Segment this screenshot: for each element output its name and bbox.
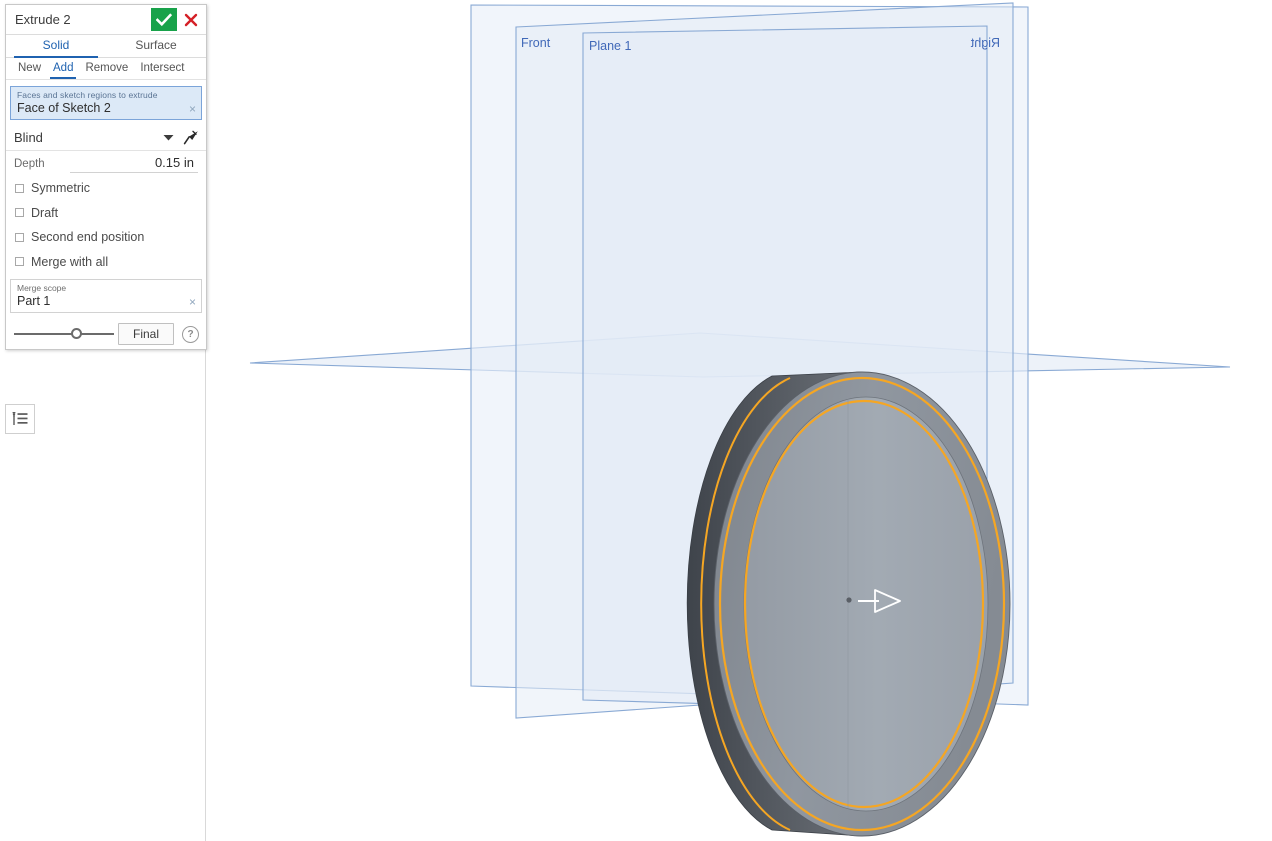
checkbox-second-end-position[interactable]: Second end position (6, 225, 206, 250)
model-extruded-ring[interactable] (686, 371, 1011, 837)
plane-label-plane1: Plane 1 (589, 39, 631, 53)
tab-new[interactable]: New (12, 58, 47, 79)
merge-scope-clear-icon[interactable]: × (189, 296, 196, 308)
final-button[interactable]: Final (117, 323, 174, 345)
panel-title: Extrude 2 (15, 12, 71, 27)
tab-intersect[interactable]: Intersect (134, 58, 190, 79)
faces-selection-caption: Faces and sketch regions to extrude (17, 90, 158, 100)
merge-scope-field[interactable]: Merge scope Part 1 × (10, 279, 202, 313)
cancel-button[interactable] (179, 8, 203, 31)
plane-label-front: Front (521, 36, 551, 50)
depth-label: Depth (14, 158, 45, 170)
rollback-slider[interactable] (14, 327, 114, 341)
checkbox-second-end-position-label: Second end position (31, 230, 145, 245)
checkbox-merge-with-all-label: Merge with all (31, 254, 109, 269)
left-sidebar-strip (5, 348, 206, 841)
accept-button[interactable] (151, 8, 177, 31)
chevron-down-icon (163, 134, 174, 140)
checkbox-draft-label: Draft (31, 205, 59, 220)
extrude-feature-panel: Extrude 2 Solid Surface New Add Remove I… (5, 4, 207, 350)
app-root: Front Plane 1 Right Extrude 2 Solid Surf… (0, 0, 1272, 841)
merge-scope-value: Part 1 (17, 294, 51, 308)
checkbox-draft-box[interactable] (15, 208, 24, 218)
rollback-slider-track (14, 333, 114, 335)
flip-direction-icon (183, 130, 198, 144)
checkbox-second-end-position-box[interactable] (15, 232, 24, 242)
rollback-slider-thumb[interactable] (70, 328, 82, 339)
checkbox-symmetric-label: Symmetric (31, 181, 91, 196)
merge-scope-caption: Merge scope (17, 283, 67, 293)
check-icon (156, 12, 172, 26)
help-icon[interactable]: ? (182, 325, 199, 343)
plane-label-right: Right (970, 36, 1000, 50)
boolean-operation-tabs: New Add Remove Intersect (6, 58, 206, 80)
faces-selection-field[interactable]: Faces and sketch regions to extrude Face… (10, 86, 202, 120)
tab-add[interactable]: Add (47, 58, 79, 79)
checkbox-merge-with-all-box[interactable] (15, 257, 24, 267)
checkbox-symmetric[interactable]: Symmetric (6, 176, 206, 201)
end-type-dropdown-button[interactable] (163, 134, 174, 141)
tab-solid[interactable]: Solid (6, 35, 106, 58)
checkbox-merge-with-all[interactable]: Merge with all (6, 250, 206, 275)
tab-remove[interactable]: Remove (79, 58, 134, 79)
panel-header: Extrude 2 (6, 5, 206, 35)
faces-selection-value: Face of Sketch 2 (17, 101, 111, 115)
feature-tree-toggle-button[interactable] (5, 404, 35, 434)
solid-surface-tabs: Solid Surface (6, 35, 206, 58)
faces-selection-clear-icon[interactable]: × (189, 103, 196, 115)
depth-row: Depth 0.15 in (6, 151, 206, 176)
checkbox-symmetric-box[interactable] (15, 183, 24, 193)
depth-input[interactable]: 0.15 in (70, 155, 198, 173)
feature-tree-icon (12, 412, 27, 425)
close-icon (184, 13, 198, 26)
checkbox-draft[interactable]: Draft (6, 201, 206, 226)
flip-direction-button[interactable] (183, 129, 200, 146)
sketch-center-point[interactable] (846, 597, 852, 603)
panel-footer: Final ? (6, 319, 206, 349)
end-type-select[interactable]: Blind (14, 130, 163, 145)
tab-surface[interactable]: Surface (106, 35, 206, 57)
end-type-row: Blind (6, 124, 206, 151)
